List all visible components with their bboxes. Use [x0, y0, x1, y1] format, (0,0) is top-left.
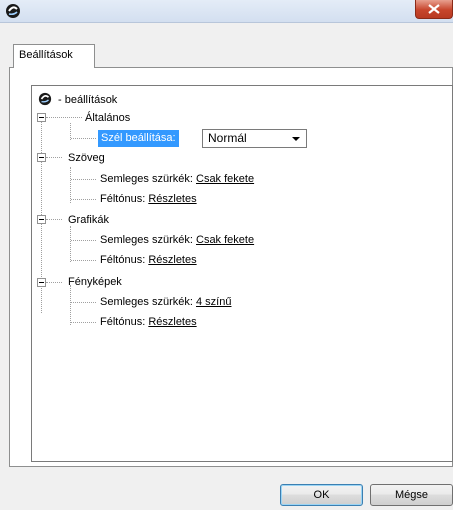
collapse-photos-toggle[interactable] — [37, 278, 46, 287]
tree-line — [71, 179, 96, 180]
text-gray-label: Semleges szürkék: — [100, 173, 193, 185]
tree-node-general[interactable]: Általános — [85, 111, 130, 125]
graphics-halftone-label: Féltónus: — [100, 254, 146, 266]
text-gray-row[interactable]: Semleges szürkék: Csak fekete — [100, 172, 254, 186]
tree-line — [71, 240, 96, 241]
text-halftone-row[interactable]: Féltónus: Részletes — [100, 192, 197, 206]
tree-line — [46, 219, 62, 220]
collapse-general-toggle[interactable] — [37, 113, 46, 122]
tree-root-label: - beállítások — [58, 94, 118, 106]
text-halftone-label: Féltónus: — [100, 193, 146, 205]
text-halftone-value[interactable]: Részletes — [148, 193, 196, 205]
graphics-halftone-row[interactable]: Féltónus: Részletes — [100, 253, 197, 267]
edge-setting-select[interactable]: Normál — [202, 129, 307, 148]
tree-line — [46, 117, 82, 118]
tree-node-text[interactable]: Szöveg — [68, 151, 105, 165]
edge-setting-value: Normál — [208, 131, 247, 145]
graphics-gray-label: Semleges szürkék: — [100, 234, 193, 246]
tree-line — [71, 322, 96, 323]
photos-halftone-value[interactable]: Részletes — [148, 316, 196, 328]
close-button[interactable] — [415, 0, 453, 19]
title-bar — [0, 0, 453, 23]
ok-button[interactable]: OK — [280, 484, 363, 506]
photos-halftone-row[interactable]: Féltónus: Részletes — [100, 315, 197, 329]
collapse-graphics-toggle[interactable] — [37, 215, 46, 224]
printer-app-icon — [6, 4, 20, 18]
graphics-halftone-value[interactable]: Részletes — [148, 254, 196, 266]
tree-line — [71, 199, 96, 200]
collapse-text-toggle[interactable] — [37, 153, 46, 162]
text-gray-value[interactable]: Csak fekete — [196, 173, 254, 185]
tree-node-photos[interactable]: Fényképek — [68, 275, 122, 289]
tree-line — [46, 282, 62, 283]
cancel-button[interactable]: Mégse — [370, 484, 453, 506]
tree-line — [71, 260, 96, 261]
graphics-gray-value[interactable]: Csak fekete — [196, 234, 254, 246]
tab-label: Beállítások — [19, 49, 73, 61]
edge-setting-label[interactable]: Szél beállítása: — [98, 130, 179, 147]
tree-line — [71, 138, 96, 139]
graphics-gray-row[interactable]: Semleges szürkék: Csak fekete — [100, 233, 254, 247]
tree-line — [70, 285, 71, 325]
photos-halftone-label: Féltónus: — [100, 316, 146, 328]
photos-gray-label: Semleges szürkék: — [100, 296, 193, 308]
tree-line — [46, 157, 62, 158]
tree-line — [70, 167, 71, 203]
tree-node-graphics[interactable]: Grafikák — [68, 213, 109, 227]
photos-gray-value[interactable]: 4 színű — [196, 296, 231, 308]
photos-gray-row[interactable]: Semleges szürkék: 4 színű — [100, 295, 231, 309]
tab-settings[interactable]: Beállítások — [13, 44, 95, 68]
close-icon — [428, 4, 440, 14]
printer-root-icon — [38, 92, 52, 106]
tree-line — [70, 226, 71, 262]
dropdown-arrow-icon — [292, 137, 300, 141]
tree-line — [71, 302, 96, 303]
